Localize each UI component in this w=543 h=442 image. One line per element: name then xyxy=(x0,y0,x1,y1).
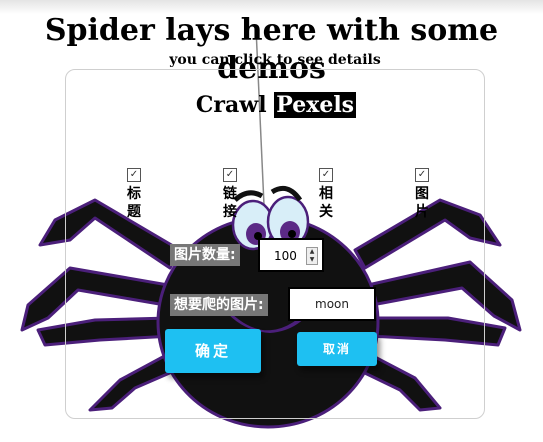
option-link[interactable]: ✓ 链接 xyxy=(220,168,240,221)
checkbox-title[interactable]: ✓ xyxy=(127,168,141,182)
count-stepper[interactable]: ▲ ▼ xyxy=(306,247,318,265)
count-input[interactable]: 100 ▲ ▼ xyxy=(258,238,324,272)
cancel-button[interactable]: 取消 xyxy=(297,332,377,366)
option-title-label: 标题 xyxy=(127,186,141,220)
checkbox-image[interactable]: ✓ xyxy=(415,168,429,182)
page-subtitle: you can click to see details xyxy=(169,52,381,68)
keyword-input[interactable]: moon xyxy=(288,287,376,321)
checkbox-related[interactable]: ✓ xyxy=(319,168,333,182)
card-title: Crawl Pexels xyxy=(0,91,543,119)
count-value: 100 xyxy=(274,249,297,263)
card-title-prefix: Crawl xyxy=(195,92,267,118)
count-label: 图片数量: xyxy=(170,244,240,266)
option-title[interactable]: ✓ 标题 xyxy=(124,168,144,221)
option-image-label: 图片 xyxy=(415,186,429,220)
option-related-label: 相关 xyxy=(319,186,333,220)
card-title-highlight: Pexels xyxy=(274,92,357,118)
option-related[interactable]: ✓ 相关 xyxy=(316,168,336,221)
keyword-label: 想要爬的图片: xyxy=(170,294,268,316)
option-link-label: 链接 xyxy=(223,186,237,220)
checkbox-link[interactable]: ✓ xyxy=(223,168,237,182)
confirm-button[interactable]: 确定 xyxy=(165,329,261,373)
option-image[interactable]: ✓ 图片 xyxy=(412,168,432,221)
